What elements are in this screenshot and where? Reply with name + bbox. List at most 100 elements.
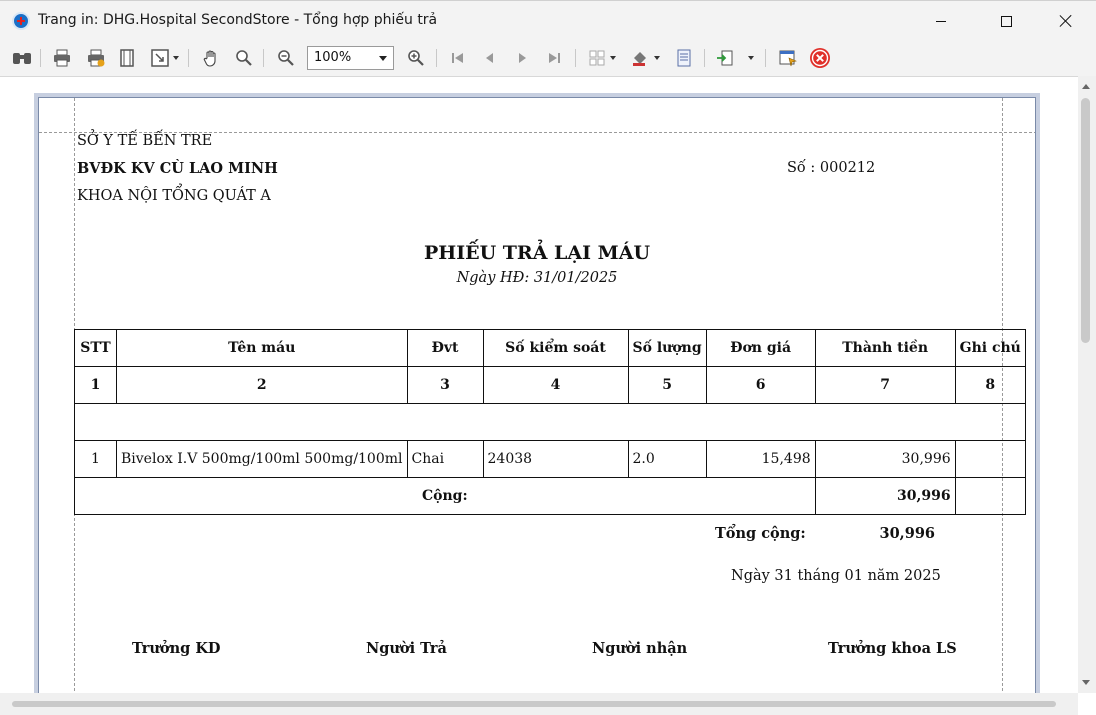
document-title: PHIẾU TRẢ LẠI MÁU [423, 242, 651, 264]
window-title: Trang in: DHG.Hospital SecondStore - Tổn… [38, 12, 438, 28]
column-number: 1 [74, 366, 117, 404]
column-number: 4 [482, 366, 629, 404]
find-button[interactable] [10, 47, 34, 69]
last-page-button[interactable] [542, 47, 566, 69]
vertical-scrollbar[interactable] [1078, 76, 1096, 693]
column-number: 6 [705, 366, 816, 404]
signer-returner: Người Trả [366, 640, 447, 657]
close-icon [1059, 14, 1073, 28]
close-preview-button[interactable] [808, 47, 832, 69]
items-table: STT Tên máu Đvt Số kiểm soát Số lượng Đơ… [74, 329, 1026, 515]
close-preview-icon [810, 48, 830, 68]
subtotal-row: Cộng: 30,996 [74, 477, 1026, 515]
magnifier-icon [236, 50, 252, 66]
last-page-icon [549, 53, 560, 63]
signer-head-of-clinical-ward: Trưởng khoa LS [828, 640, 957, 657]
first-page-button[interactable] [446, 47, 470, 69]
grand-total-label: Tổng cộng: [715, 525, 806, 542]
cell-name: Bivelox I.V 500mg/100ml 500mg/100ml [116, 440, 408, 478]
first-page-icon [452, 53, 463, 63]
hospital-name: BVĐK KV CÙ LAO MINH [77, 160, 278, 177]
quick-print-button[interactable] [84, 47, 108, 69]
document-date: Ngày HĐ: 31/01/2025 [456, 270, 618, 286]
subtotal-label: Cộng: [74, 477, 816, 515]
table-header-row: STT Tên máu Đvt Số kiểm soát Số lượng Đơ… [74, 329, 1026, 367]
report-page: SỞ Y TẾ BẾN TRE BVĐK KV CÙ LAO MINH Số :… [38, 97, 1036, 715]
multiple-pages-icon [589, 50, 605, 66]
maximize-button[interactable] [983, 1, 1029, 41]
zoom-out-button[interactable] [274, 47, 298, 69]
horizontal-scrollbar[interactable] [0, 693, 1078, 715]
zoom-value: 100% [314, 50, 352, 65]
column-number-row: 1 2 3 4 5 6 7 8 [74, 366, 1026, 404]
scale-button[interactable] [148, 47, 172, 69]
send-button[interactable] [776, 47, 800, 69]
scroll-down-icon[interactable] [1082, 680, 1090, 685]
signer-head-of-department: Trưởng KD [132, 640, 221, 657]
subtotal-value: 30,996 [814, 477, 956, 515]
toolbar [0, 40, 1096, 76]
minimize-icon [936, 20, 946, 22]
horizontal-scroll-thumb[interactable] [12, 701, 1056, 707]
cell-control-no: 24038 [482, 440, 629, 478]
color-button[interactable] [628, 47, 652, 69]
page-setup-icon [120, 49, 134, 67]
vertical-scroll-thumb[interactable] [1081, 98, 1090, 343]
zoom-in-icon [408, 50, 424, 66]
export-button[interactable] [713, 47, 737, 69]
export-icon [717, 50, 733, 66]
multiple-pages-button[interactable] [585, 47, 609, 69]
color-dropdown-icon[interactable] [654, 56, 660, 60]
column-header: Thành tiền [814, 329, 956, 367]
export-dropdown-icon[interactable] [748, 56, 754, 60]
watermark-button[interactable] [672, 47, 696, 69]
department-name: SỞ Y TẾ BẾN TRE [77, 133, 213, 149]
scale-dropdown-icon[interactable] [173, 56, 179, 60]
document-number: Số : 000212 [787, 160, 876, 176]
maximize-icon [1000, 15, 1012, 27]
print-button[interactable] [50, 47, 74, 69]
binoculars-icon [13, 53, 31, 64]
zoom-select[interactable]: 100% [307, 46, 394, 70]
column-header: STT [74, 329, 117, 367]
column-header: Ghi chú [954, 329, 1026, 367]
ward-name: KHOA NỘI TỔNG QUÁT A [77, 188, 271, 204]
close-button[interactable] [1043, 1, 1089, 41]
next-page-icon [519, 53, 526, 63]
cell-amount: 30,996 [814, 440, 956, 478]
magnifier-button[interactable] [232, 47, 256, 69]
hand-icon [203, 50, 216, 67]
signer-receiver: Người nhận [592, 640, 688, 657]
column-header: Số kiểm soát [482, 329, 629, 367]
print-icon [54, 49, 70, 67]
hand-tool-button[interactable] [199, 47, 223, 69]
cell-unit: Chai [406, 440, 484, 478]
column-number: 5 [627, 366, 707, 404]
table-row: 1 Bivelox I.V 500mg/100ml 500mg/100ml Ch… [74, 440, 1026, 478]
column-header: Tên máu [116, 329, 408, 367]
chevron-down-icon [379, 56, 387, 61]
cell-qty: 2.0 [627, 440, 707, 478]
watermark-icon [677, 49, 691, 67]
cell-unit-price: 15,498 [705, 440, 816, 478]
app-icon [12, 12, 30, 30]
grand-total-value: 30,996 [879, 525, 936, 542]
scale-icon [151, 49, 169, 67]
title-bar: Trang in: DHG.Hospital SecondStore - Tổn… [0, 0, 1096, 40]
multiple-pages-dropdown-icon[interactable] [610, 56, 616, 60]
previous-page-button[interactable] [478, 47, 502, 69]
column-header: Đvt [406, 329, 484, 367]
quick-print-icon [88, 49, 105, 67]
zoom-in-button[interactable] [404, 47, 428, 69]
column-number: 7 [814, 366, 956, 404]
scroll-up-icon[interactable] [1082, 84, 1090, 89]
minimize-button[interactable] [918, 1, 964, 41]
previous-page-icon [486, 53, 493, 63]
column-header: Đơn giá [705, 329, 816, 367]
group-row [74, 403, 1026, 441]
page-setup-button[interactable] [115, 47, 139, 69]
column-number: 2 [116, 366, 408, 404]
column-number: 3 [406, 366, 484, 404]
next-page-button[interactable] [510, 47, 534, 69]
zoom-out-icon [278, 50, 294, 66]
